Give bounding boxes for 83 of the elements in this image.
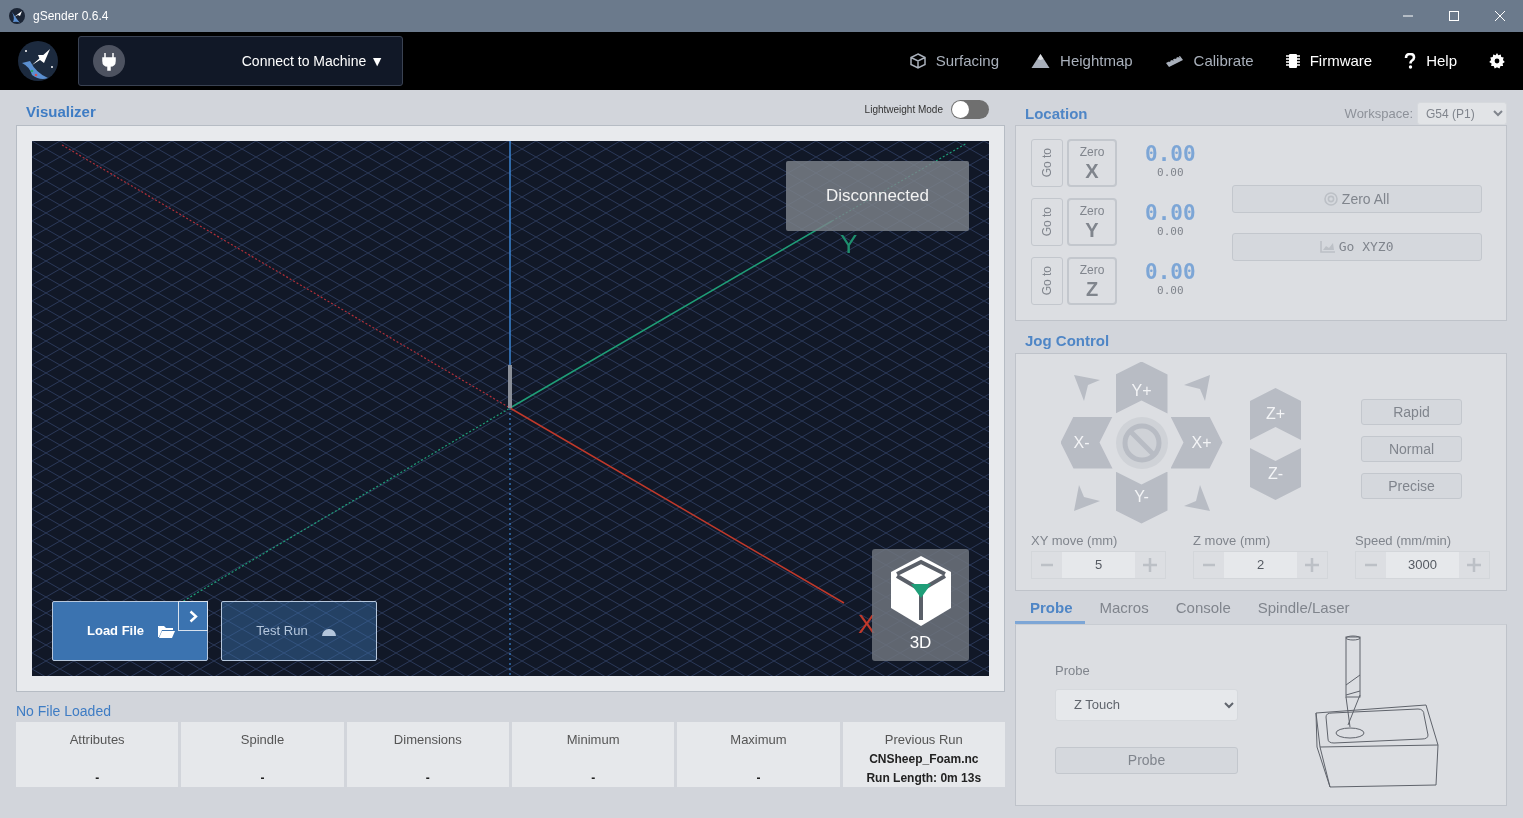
section-title: Location — [1025, 103, 1088, 124]
settings-icon — [1489, 53, 1505, 69]
info-heading: Previous Run — [884, 731, 963, 749]
info-value: - — [425, 769, 430, 787]
info-heading: Spindle — [240, 731, 285, 749]
connect-button[interactable]: Connect to Machine ▼ — [78, 36, 403, 86]
plug-icon — [93, 45, 125, 77]
toolbar-link[interactable]: Firmware — [1285, 49, 1373, 73]
connection-status: Disconnected — [786, 161, 969, 231]
speed-button[interactable]: Rapid — [1361, 399, 1462, 425]
info-heading: Dimensions — [393, 731, 462, 749]
toggle-label: Lightweight Mode — [864, 103, 943, 117]
logo-icon — [18, 41, 58, 81]
jog-button[interactable]: Y- — [1115, 471, 1168, 524]
section-title: Visualizer — [26, 101, 96, 122]
view-3d-button[interactable]: 3D — [872, 549, 969, 661]
info-heading: Maximum — [730, 731, 787, 749]
info-heading: Attributes — [69, 731, 125, 749]
mountain-icon — [1031, 53, 1051, 69]
info-value: - — [95, 769, 100, 787]
chevron-icon — [188, 609, 198, 623]
go-to-button[interactable]: Go to — [1031, 257, 1063, 305]
maximize-icon — [1449, 11, 1459, 21]
speed-button[interactable]: Normal — [1361, 436, 1462, 462]
axis-value: 0.00 — [1145, 262, 1196, 284]
go-to-button[interactable]: Go to — [1031, 139, 1063, 187]
settings-button[interactable] — [1489, 53, 1505, 69]
info-value: Run Length: 0m 13s — [866, 769, 982, 787]
field-label: Probe — [1055, 662, 1091, 680]
toolbar-link[interactable]: Help — [1404, 49, 1457, 73]
info-value: - — [260, 769, 265, 787]
app-icon — [9, 8, 25, 24]
tab[interactable]: Macros — [1084, 597, 1161, 624]
machine-value: 0.00 — [1157, 224, 1184, 241]
jog-button[interactable]: X- — [1060, 416, 1113, 469]
go-zero-button[interactable]: Go XYZ0 — [1231, 233, 1482, 261]
info-value: - — [591, 769, 596, 787]
folder-icon — [158, 624, 176, 638]
zero-axis-button[interactable]: Zero Y — [1067, 198, 1117, 246]
probe-button[interactable]: Probe — [1055, 746, 1238, 774]
probe-select[interactable]: Z Touch — [1055, 688, 1238, 721]
window-title: gSender 0.6.4 — [33, 8, 109, 25]
section-title: Jog Control — [1025, 330, 1110, 351]
info-value: - — [756, 769, 761, 787]
close-icon — [1495, 11, 1505, 21]
recent-files-button[interactable] — [178, 601, 208, 631]
axis-value: 0.00 — [1145, 203, 1196, 225]
axis-label: Y — [840, 229, 858, 259]
file-status-label: No File Loaded — [16, 702, 111, 721]
zero-axis-button[interactable]: Zero X — [1067, 139, 1117, 187]
ruler-icon — [1164, 55, 1184, 67]
stop-button[interactable] — [1115, 416, 1168, 469]
jog-button[interactable]: X+ — [1170, 416, 1223, 469]
chart-icon — [1319, 241, 1335, 253]
workspace-label: Workspace: — [1344, 104, 1413, 123]
load-file-button[interactable]: Load File — [52, 601, 208, 661]
toggle-switch[interactable] — [951, 100, 989, 119]
jog-button[interactable]: Z+ — [1250, 388, 1301, 440]
field-label: Speed (mm/min) — [1355, 532, 1453, 550]
tab[interactable]: Spindle/Laser — [1242, 597, 1362, 624]
chip-icon — [1285, 53, 1300, 69]
jog-button[interactable]: Y+ — [1115, 361, 1168, 414]
axis-value: 0.00 — [1145, 144, 1196, 166]
tab[interactable]: Console — [1160, 597, 1243, 624]
field-label: XY move (mm) — [1031, 532, 1119, 550]
cube-icon — [888, 554, 953, 629]
machine-value: 0.00 — [1157, 165, 1184, 182]
speed-button[interactable]: Precise — [1361, 473, 1462, 499]
zero-axis-button[interactable]: Zero Z — [1067, 257, 1117, 305]
info-heading: Minimum — [566, 731, 620, 749]
workspace-select[interactable]: G54 (P1) — [1417, 102, 1507, 125]
machine-value: 0.00 — [1157, 283, 1184, 300]
target-icon — [1323, 192, 1338, 206]
cube-icon — [909, 53, 926, 69]
jog-button[interactable]: Z- — [1250, 448, 1301, 500]
stop-icon — [1121, 422, 1162, 463]
tool-marker — [508, 365, 512, 408]
zero-all-button[interactable]: Zero All — [1231, 185, 1482, 213]
arrowhead-icon — [1071, 372, 1102, 403]
field-label: Z move (mm) — [1193, 532, 1272, 550]
go-to-button[interactable]: Go to — [1031, 198, 1063, 246]
question-icon — [1404, 53, 1417, 69]
info-value: CNSheep_Foam.nc — [869, 750, 979, 768]
